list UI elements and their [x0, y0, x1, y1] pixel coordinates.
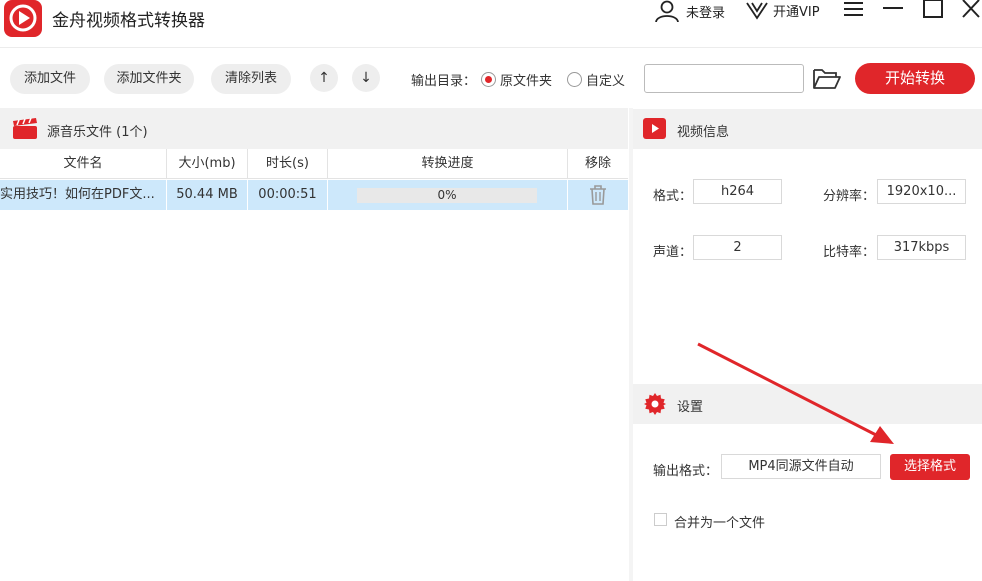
start-convert-button[interactable]: 开始转换 — [855, 63, 975, 94]
merge-label: 合并为一个文件 — [674, 516, 766, 531]
column-header: 大小(mb) — [167, 149, 248, 179]
file-list-title: 源音乐文件 (1个) — [47, 125, 148, 140]
output-dir-label: 输出目录： — [411, 74, 477, 89]
merge-checkbox[interactable] — [654, 513, 667, 526]
duration-cell: 00:00:51 — [248, 180, 328, 210]
radio-custom-folder[interactable]: 自定义 — [567, 70, 625, 89]
move-down-button[interactable]: ↓ — [352, 64, 380, 92]
column-header: 时长(s) — [248, 149, 328, 179]
file-size-cell: 50.44 MB — [167, 180, 248, 210]
settings-header: 设置 — [633, 384, 982, 424]
progress-text: 0% — [437, 188, 457, 202]
minimize-icon[interactable] — [882, 0, 906, 18]
video-info-header: 视频信息 — [633, 109, 982, 149]
folder-open-icon[interactable] — [812, 66, 842, 92]
channel-value: 2 — [693, 235, 782, 260]
vip-icon — [746, 2, 768, 20]
file-list-panel: 源音乐文件 (1个) 文件名 大小(mb) 时长(s) 转换进度 移除 实用技巧… — [0, 108, 628, 581]
table-row[interactable]: 实用技巧！如何在PDF文... 50.44 MB 00:00:51 0% — [0, 180, 628, 210]
close-icon[interactable] — [960, 0, 982, 18]
clear-list-button[interactable]: 清除列表 — [211, 64, 291, 94]
progress-bar: 0% — [357, 188, 537, 203]
info-panel: 视频信息 格式： h264 分辨率： 1920x10... 声道： 2 比特率：… — [633, 108, 982, 581]
clapperboard-icon — [13, 118, 37, 139]
channel-label: 声道： — [653, 245, 693, 260]
resolution-label: 分辨率： — [823, 189, 876, 204]
column-header: 文件名 — [0, 149, 167, 179]
maximize-icon[interactable] — [922, 0, 946, 18]
radio-source-label: 原文件夹 — [500, 74, 553, 89]
app-logo-icon — [4, 0, 42, 37]
toolbar: 添加文件 添加文件夹 清除列表 ↑ ↓ 输出目录： 原文件夹 自定义 开始转换 — [0, 47, 982, 107]
radio-source-folder[interactable]: 原文件夹 — [481, 70, 552, 89]
move-up-button[interactable]: ↑ — [310, 64, 338, 92]
title-bar: 金舟视频格式转换器 未登录 开通VIP — [0, 0, 982, 46]
vip-button[interactable]: 开通VIP — [746, 0, 820, 20]
output-format-value[interactable]: MP4同源文件自动 — [721, 454, 881, 479]
column-header: 移除 — [584, 156, 611, 171]
table-header: 文件名 大小(mb) 时长(s) 转换进度 移除 — [0, 149, 628, 179]
app-title: 金舟视频格式转换器 — [52, 11, 205, 31]
vip-label: 开通VIP — [773, 4, 820, 20]
add-file-button[interactable]: 添加文件 — [10, 64, 90, 94]
column-header: 转换进度 — [328, 149, 568, 179]
add-folder-button[interactable]: 添加文件夹 — [104, 64, 194, 94]
gear-icon — [644, 393, 666, 415]
video-play-icon — [643, 118, 666, 139]
radio-custom-label: 自定义 — [586, 74, 626, 89]
output-format-label: 输出格式： — [653, 464, 719, 479]
bitrate-value: 317kbps — [877, 235, 966, 260]
file-list-header: 源音乐文件 (1个) — [0, 108, 628, 149]
file-name-cell: 实用技巧！如何在PDF文... — [0, 180, 167, 210]
settings-title: 设置 — [677, 400, 704, 415]
format-value: h264 — [693, 179, 782, 204]
login-label: 未登录 — [686, 5, 726, 21]
format-label: 格式： — [653, 189, 693, 204]
remove-cell — [568, 180, 628, 210]
login-button[interactable]: 未登录 — [654, 0, 725, 22]
trash-icon[interactable] — [589, 185, 607, 205]
select-format-button[interactable]: 选择格式 — [890, 454, 970, 480]
menu-icon[interactable] — [843, 0, 867, 18]
user-icon — [655, 0, 679, 22]
bitrate-label: 比特率： — [823, 245, 876, 260]
output-path-input[interactable] — [644, 64, 804, 93]
video-info-title: 视频信息 — [677, 125, 730, 140]
radio-dot — [567, 72, 582, 87]
resolution-value: 1920x10... — [877, 179, 966, 204]
radio-dot-selected — [481, 72, 496, 87]
